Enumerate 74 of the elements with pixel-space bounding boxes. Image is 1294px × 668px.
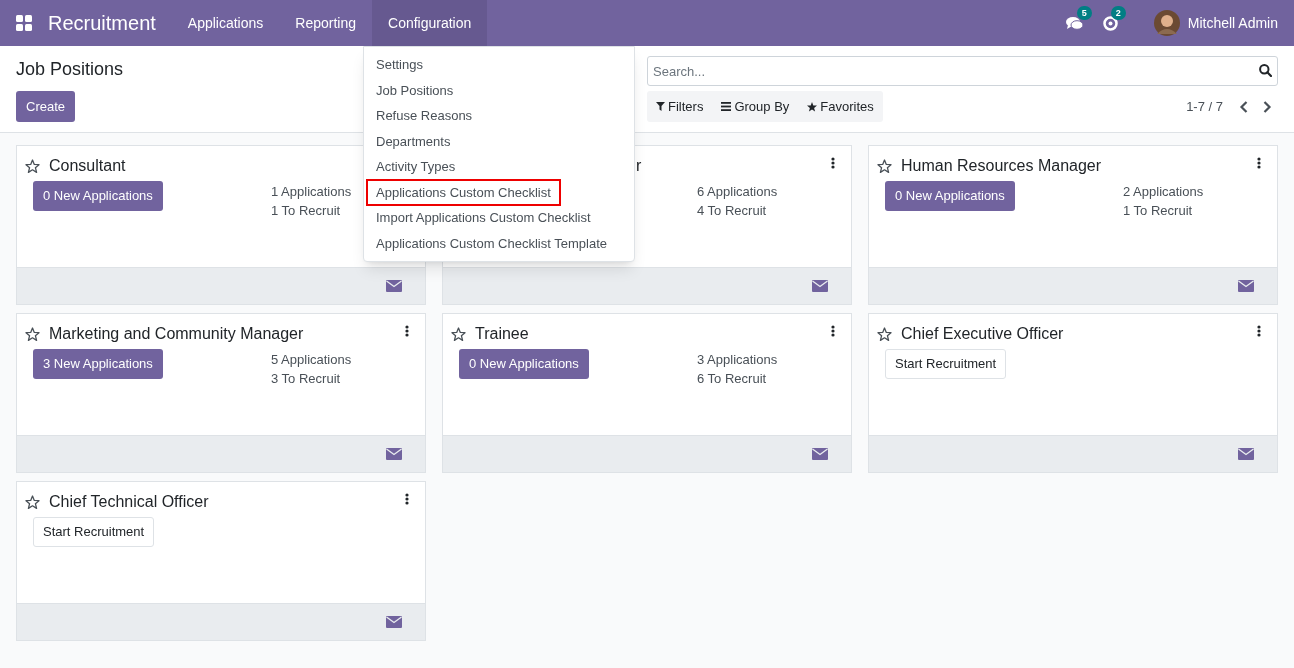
menu-item[interactable]: Reporting [279, 0, 372, 46]
star-icon[interactable] [25, 158, 40, 174]
more-icon[interactable] [405, 493, 409, 505]
more-icon[interactable] [1257, 157, 1261, 169]
user-name[interactable]: Mitchell Admin [1187, 12, 1278, 34]
applications-link[interactable]: 2 Applications [1123, 182, 1204, 201]
list-icon [721, 102, 732, 111]
start-recruitment-button[interactable]: Start Recruitment [33, 517, 155, 547]
mail-icon[interactable] [812, 280, 828, 292]
dropdown-item[interactable]: Activity Types [376, 157, 456, 177]
dropdown-item[interactable]: Refuse Reasons [376, 106, 473, 126]
mail-icon[interactable] [1238, 280, 1254, 292]
count-badge: 5 [1076, 5, 1092, 20]
to-recruit-link[interactable]: 3 To Recruit [271, 369, 352, 388]
filter-toggle[interactable]: Filters [647, 91, 713, 122]
mail-icon[interactable] [386, 616, 402, 628]
job-title[interactable]: Consultant [49, 156, 126, 176]
dropdown-item[interactable]: Departments [376, 131, 451, 151]
job-title[interactable]: Chief Technical Officer [49, 492, 209, 512]
star-icon[interactable] [451, 326, 466, 342]
search-icon[interactable] [1259, 64, 1272, 77]
apps-menu-icon[interactable] [16, 15, 32, 31]
star-icon[interactable] [25, 494, 40, 510]
new-applications-button[interactable]: 3 New Applications [33, 349, 163, 379]
dropdown-item[interactable]: Import Applications Custom Checklist [376, 208, 591, 228]
star-icon[interactable] [877, 158, 892, 174]
job-title[interactable]: Trainee [475, 324, 529, 344]
to-recruit-link[interactable]: 4 To Recruit [697, 201, 778, 220]
menu-item[interactable]: Applications [171, 0, 280, 46]
dropdown-item[interactable]: Applications Custom Checklist [368, 180, 559, 204]
mail-icon[interactable] [1238, 448, 1254, 460]
dropdown-item[interactable]: Applications Custom Checklist Template [376, 233, 607, 253]
applications-link[interactable]: 1 Applications [271, 182, 352, 201]
to-recruit-link[interactable]: 1 To Recruit [271, 201, 352, 220]
dropdown-item[interactable]: Job Positions [376, 80, 454, 100]
clock-icon[interactable] [1102, 15, 1118, 31]
star-icon[interactable] [25, 326, 40, 342]
applications-link[interactable]: 5 Applications [271, 350, 352, 369]
search-field[interactable]: Search... [647, 56, 1278, 86]
chat-icon[interactable] [1065, 15, 1083, 31]
next-icon[interactable] [1262, 99, 1272, 114]
create-button[interactable]: Create [16, 91, 76, 122]
app-title: Recruitment [48, 11, 156, 36]
applications-link[interactable]: 3 Applications [697, 350, 778, 369]
new-applications-button[interactable]: 0 New Applications [33, 181, 163, 211]
mail-icon[interactable] [386, 448, 402, 460]
previous-icon[interactable] [1239, 99, 1249, 114]
more-icon[interactable] [1257, 325, 1261, 337]
job-title[interactable]: Marketing and Community Manager [49, 324, 304, 344]
job-title[interactable]: Chief Executive Officer [901, 324, 1064, 344]
job-title[interactable]: Human Resources Manager [901, 156, 1102, 176]
to-recruit-link[interactable]: 6 To Recruit [697, 369, 778, 388]
mail-icon[interactable] [812, 448, 828, 460]
pager-value: 1-7 / 7 [1186, 97, 1223, 116]
new-applications-button[interactable]: 0 New Applications [459, 349, 589, 379]
count-badge: 2 [1110, 5, 1126, 20]
mail-icon[interactable] [386, 280, 402, 292]
avatar-icon[interactable] [1153, 10, 1180, 36]
filter-icon [656, 102, 665, 111]
star-icon [807, 101, 818, 112]
menu-item[interactable]: Configuration [372, 0, 488, 46]
page-title: Job Positions [16, 58, 124, 80]
applications-link[interactable]: 6 Applications [697, 182, 778, 201]
start-recruitment-button[interactable]: Start Recruitment [885, 349, 1007, 379]
new-applications-button[interactable]: 0 New Applications [885, 181, 1015, 211]
filter-toggle[interactable]: Group By [712, 91, 799, 122]
dropdown-item[interactable]: Settings [376, 55, 423, 75]
star-icon[interactable] [877, 326, 892, 342]
more-icon[interactable] [405, 325, 409, 337]
more-icon[interactable] [831, 157, 835, 169]
more-icon[interactable] [831, 325, 835, 337]
filter-toggle[interactable]: Favorites [798, 91, 883, 122]
to-recruit-link[interactable]: 1 To Recruit [1123, 201, 1204, 220]
job-title[interactable]: r [636, 156, 642, 176]
